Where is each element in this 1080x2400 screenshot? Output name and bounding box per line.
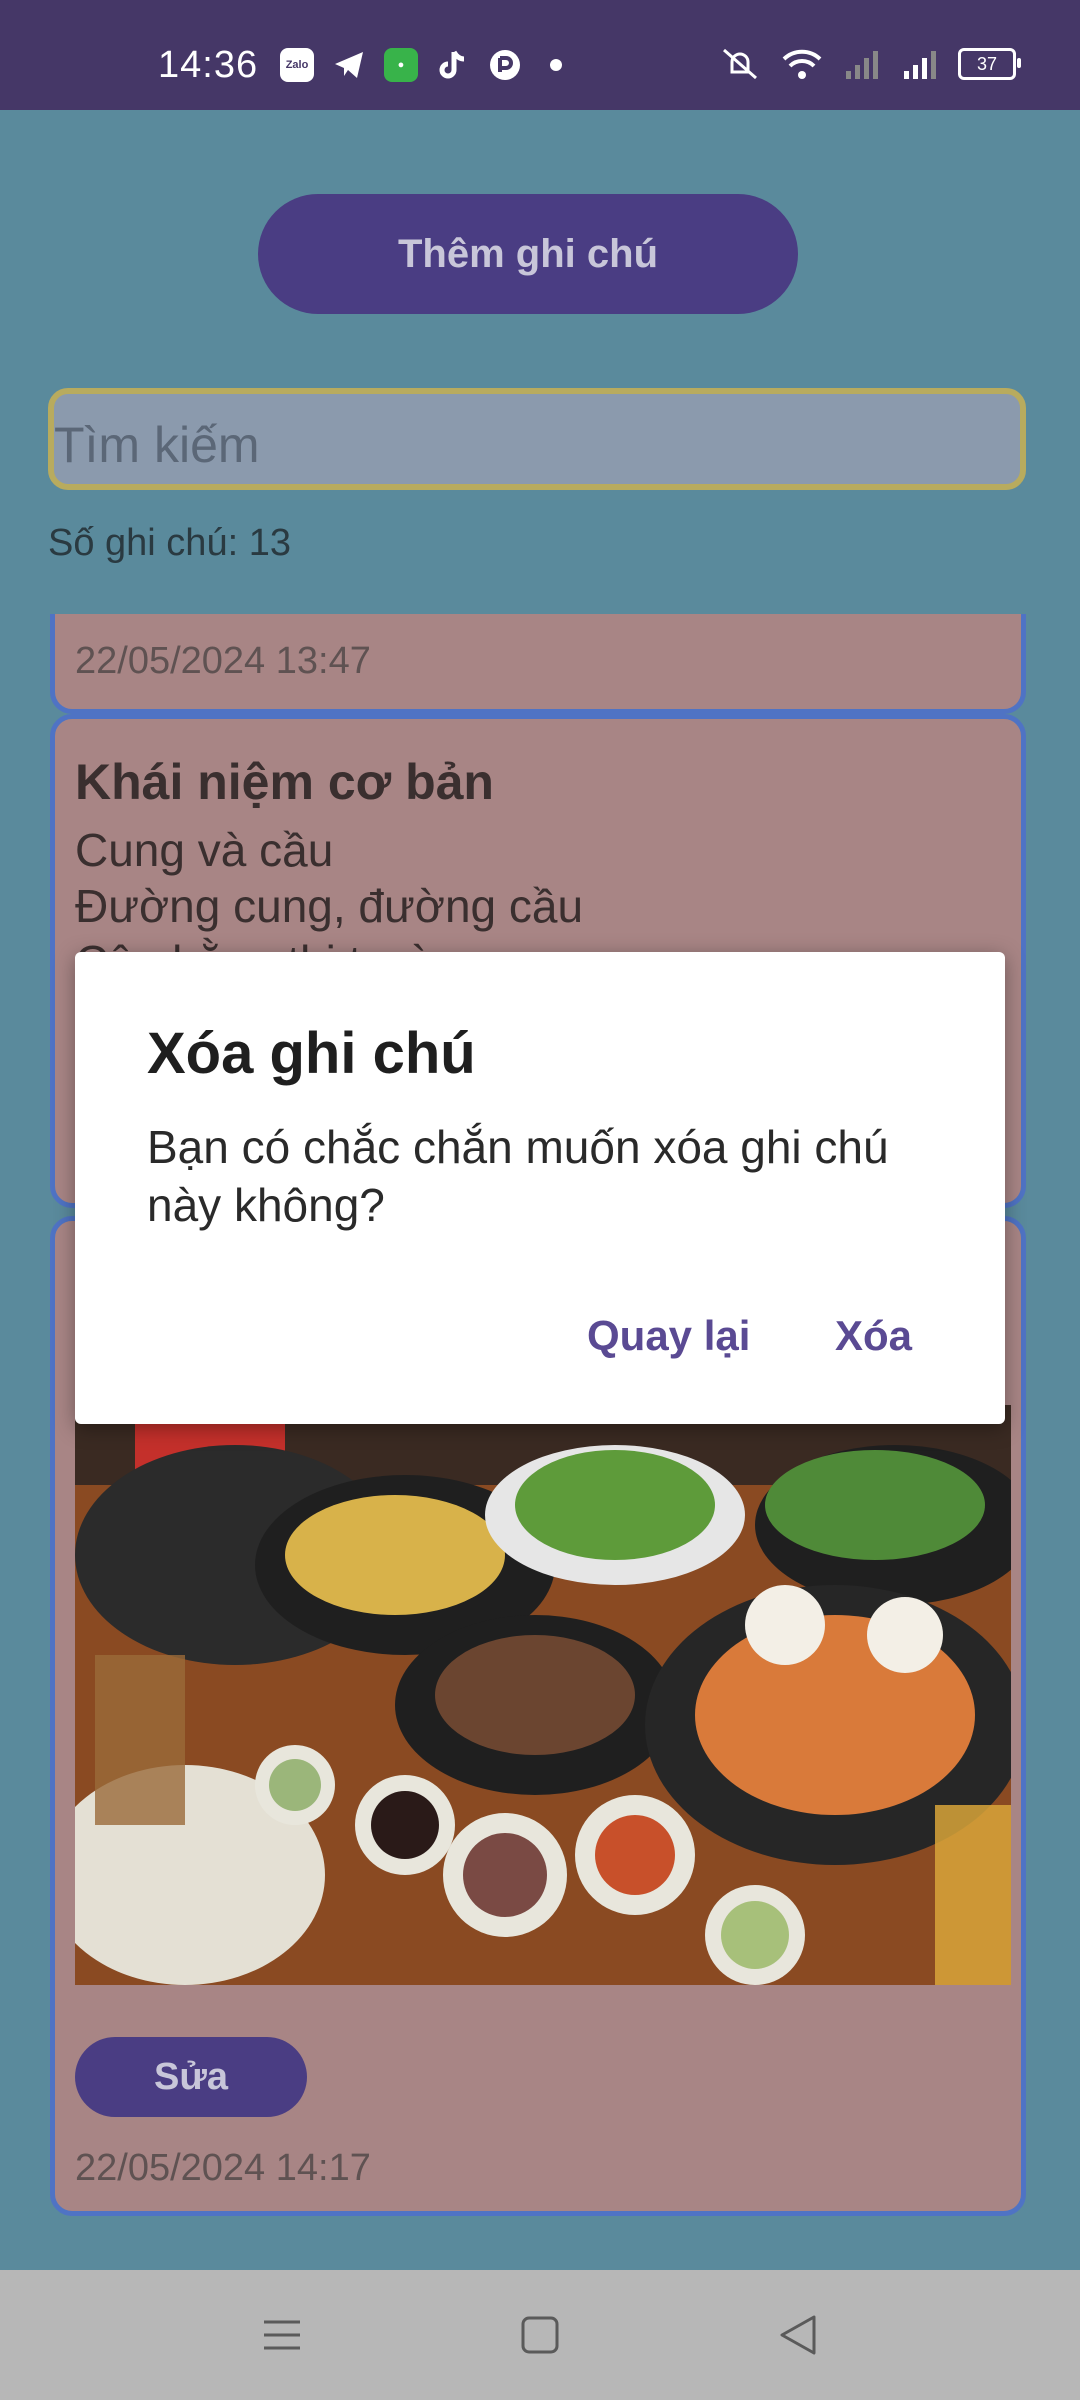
dialog-message: Bạn có chắc chắn muốn xóa ghi chú này kh… [147, 1121, 889, 1231]
telegram-icon [335, 52, 363, 78]
battery-icon: 37 [958, 48, 1021, 80]
status-bar: 14:36 Zalo ● 37 [0, 0, 1080, 110]
menu-icon[interactable] [262, 2310, 302, 2360]
cancel-button[interactable]: Quay lại [587, 1312, 750, 1360]
mute-vibrate-icon [723, 48, 757, 80]
signal-sim1-icon [846, 51, 878, 79]
navigation-bar [0, 2270, 1080, 2400]
tiktok-icon [439, 50, 465, 79]
system-icons: 37 [718, 46, 1021, 82]
more-notifications-icon [550, 59, 562, 71]
messenger-icon [490, 50, 520, 80]
notification-icons: Zalo ● [280, 48, 562, 82]
store-icon: ● [384, 48, 418, 82]
delete-confirm-dialog: Xóa ghi chú Bạn có chắc chắn muốn xóa gh… [75, 952, 1005, 1424]
back-icon[interactable] [778, 2310, 818, 2360]
wifi-icon [782, 49, 822, 79]
clock: 14:36 [158, 44, 259, 86]
home-icon[interactable] [520, 2310, 560, 2360]
delete-button[interactable]: Xóa [835, 1312, 912, 1360]
zalo-icon: Zalo [280, 48, 314, 82]
signal-sim2-icon [904, 51, 936, 79]
dialog-title: Xóa ghi chú [147, 1021, 476, 1086]
